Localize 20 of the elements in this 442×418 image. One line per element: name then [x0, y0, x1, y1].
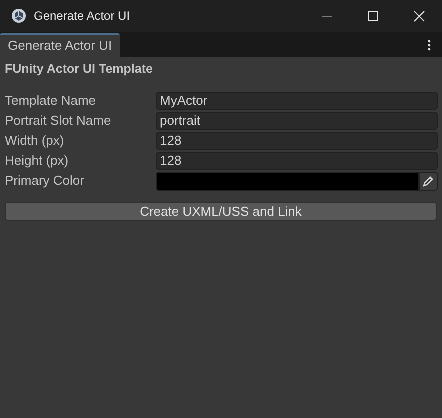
field-label: Width (px)	[5, 132, 66, 150]
text-field[interactable]: portrait	[156, 112, 438, 130]
close-icon	[414, 10, 424, 22]
tab[interactable]: Generate Actor UI	[0, 33, 120, 57]
field-label: Height (px)	[5, 152, 70, 170]
text-field[interactable]: 128	[156, 152, 438, 170]
eyedropper-button[interactable]	[419, 172, 438, 190]
field-label: Template Name	[5, 92, 98, 110]
more-icon	[428, 40, 430, 50]
maximize-icon	[368, 11, 378, 21]
create-button[interactable]: Create UXML/USS and Link	[5, 202, 437, 221]
text-field[interactable]: MyActor	[156, 92, 438, 110]
field-label: Portrait Slot Name	[5, 112, 112, 130]
eyedropper-icon	[422, 175, 434, 187]
window-title: Generate Actor UI	[34, 8, 132, 25]
app-icon	[11, 8, 27, 24]
text-field[interactable]: 128	[156, 132, 438, 150]
color-swatch[interactable]	[156, 172, 419, 190]
section-title: FUnity Actor UI Template	[5, 60, 153, 78]
field-label: Primary Color	[5, 172, 86, 190]
